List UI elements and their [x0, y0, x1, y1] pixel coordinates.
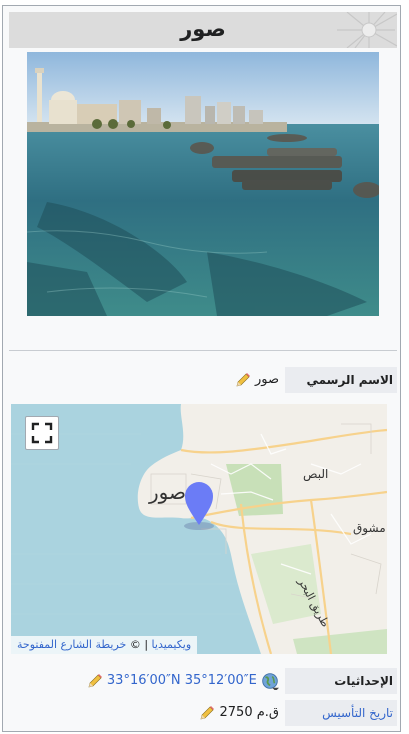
- founded-row: تاريخ التأسيس 2750 ق.م: [9, 700, 397, 726]
- official-name-value-wrap: صور: [235, 367, 279, 393]
- attribution-wikimedia-link[interactable]: ويكيميديا: [152, 638, 192, 651]
- official-name-row: الاسم الرسمي صور: [9, 367, 397, 393]
- official-name-value: صور: [254, 372, 279, 387]
- page-title: صور: [180, 17, 226, 41]
- infobox-title-bar: صور: [9, 12, 397, 48]
- coordinates-label: الإحداثيات: [285, 668, 397, 694]
- city-photo[interactable]: [27, 52, 379, 316]
- pencil-icon[interactable]: [235, 372, 251, 388]
- section-divider: [9, 350, 397, 351]
- map-al-bass-label: البص: [303, 467, 329, 481]
- map-city-label: صور: [149, 480, 186, 504]
- founded-value: 2750 ق.م: [219, 705, 280, 720]
- attribution-separator: | ©: [126, 638, 152, 651]
- pencil-icon[interactable]: [87, 673, 103, 689]
- attribution-osm-link[interactable]: خريطة الشارع المفتوحة: [17, 638, 126, 651]
- founded-label[interactable]: تاريخ التأسيس: [285, 700, 397, 726]
- map-mashouq-label: مشوق: [353, 521, 386, 535]
- coordinates-value-wrap: 33°16′00″N 35°12′00″E: [87, 668, 279, 694]
- fullscreen-button[interactable]: [25, 416, 59, 450]
- fullscreen-icon: [31, 422, 53, 444]
- map-attribution: ويكيميديا | © خريطة الشارع المفتوحة: [11, 636, 198, 654]
- location-map[interactable]: صور البص مشوق طريق البحر ويكيميديا | © خ…: [11, 404, 387, 654]
- globe-icon[interactable]: [261, 672, 279, 690]
- founded-value-wrap: 2750 ق.م: [199, 700, 279, 726]
- infobox: صور الاسم الرسمي صور صور البص مشوق طريق …: [2, 5, 401, 732]
- coordinates-row: الإحداثيات 33°16′00″N 35°12′00″E: [9, 668, 397, 694]
- official-name-label: الاسم الرسمي: [285, 367, 397, 393]
- coordinates-link[interactable]: 33°16′00″N 35°12′00″E: [107, 673, 257, 688]
- pencil-icon[interactable]: [199, 705, 215, 721]
